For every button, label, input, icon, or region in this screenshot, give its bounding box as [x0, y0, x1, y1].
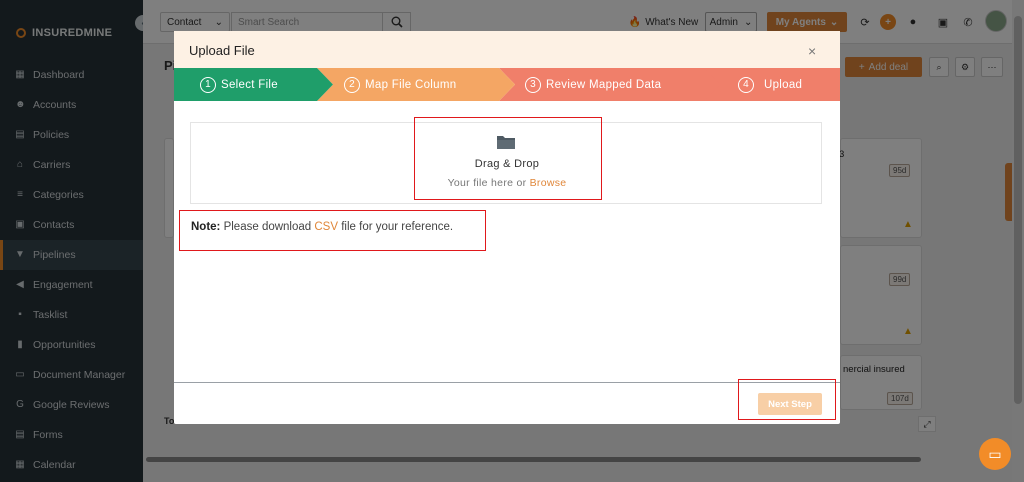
- upload-steps: 1 Select File 2 Map File Column 3 Review…: [174, 68, 840, 101]
- step-number: 3: [525, 76, 541, 93]
- step-number: 2: [344, 76, 360, 93]
- step-upload[interactable]: 4 Upload: [738, 68, 802, 101]
- step-label: Select File: [221, 78, 278, 91]
- modal-title: Upload File: [189, 43, 255, 58]
- step-label: Upload: [764, 78, 803, 91]
- modal-header: Upload File ×: [174, 31, 840, 68]
- step-label: Map File Column: [365, 78, 457, 91]
- step-number: 4: [738, 76, 754, 93]
- step-review-mapped-data[interactable]: 3 Review Mapped Data: [525, 68, 661, 101]
- close-icon[interactable]: ×: [808, 44, 816, 58]
- annotation-box-next-step: [738, 379, 836, 420]
- chat-icon: ▭: [988, 445, 1002, 462]
- step-select-file[interactable]: 1 Select File: [200, 68, 278, 101]
- chat-button[interactable]: ▭: [979, 438, 1011, 470]
- annotation-box-note: [179, 210, 486, 251]
- step-label: Review Mapped Data: [546, 78, 662, 91]
- step-map-file-column[interactable]: 2 Map File Column: [344, 68, 456, 101]
- step-number: 1: [200, 76, 216, 93]
- annotation-box-dropzone: [414, 117, 602, 200]
